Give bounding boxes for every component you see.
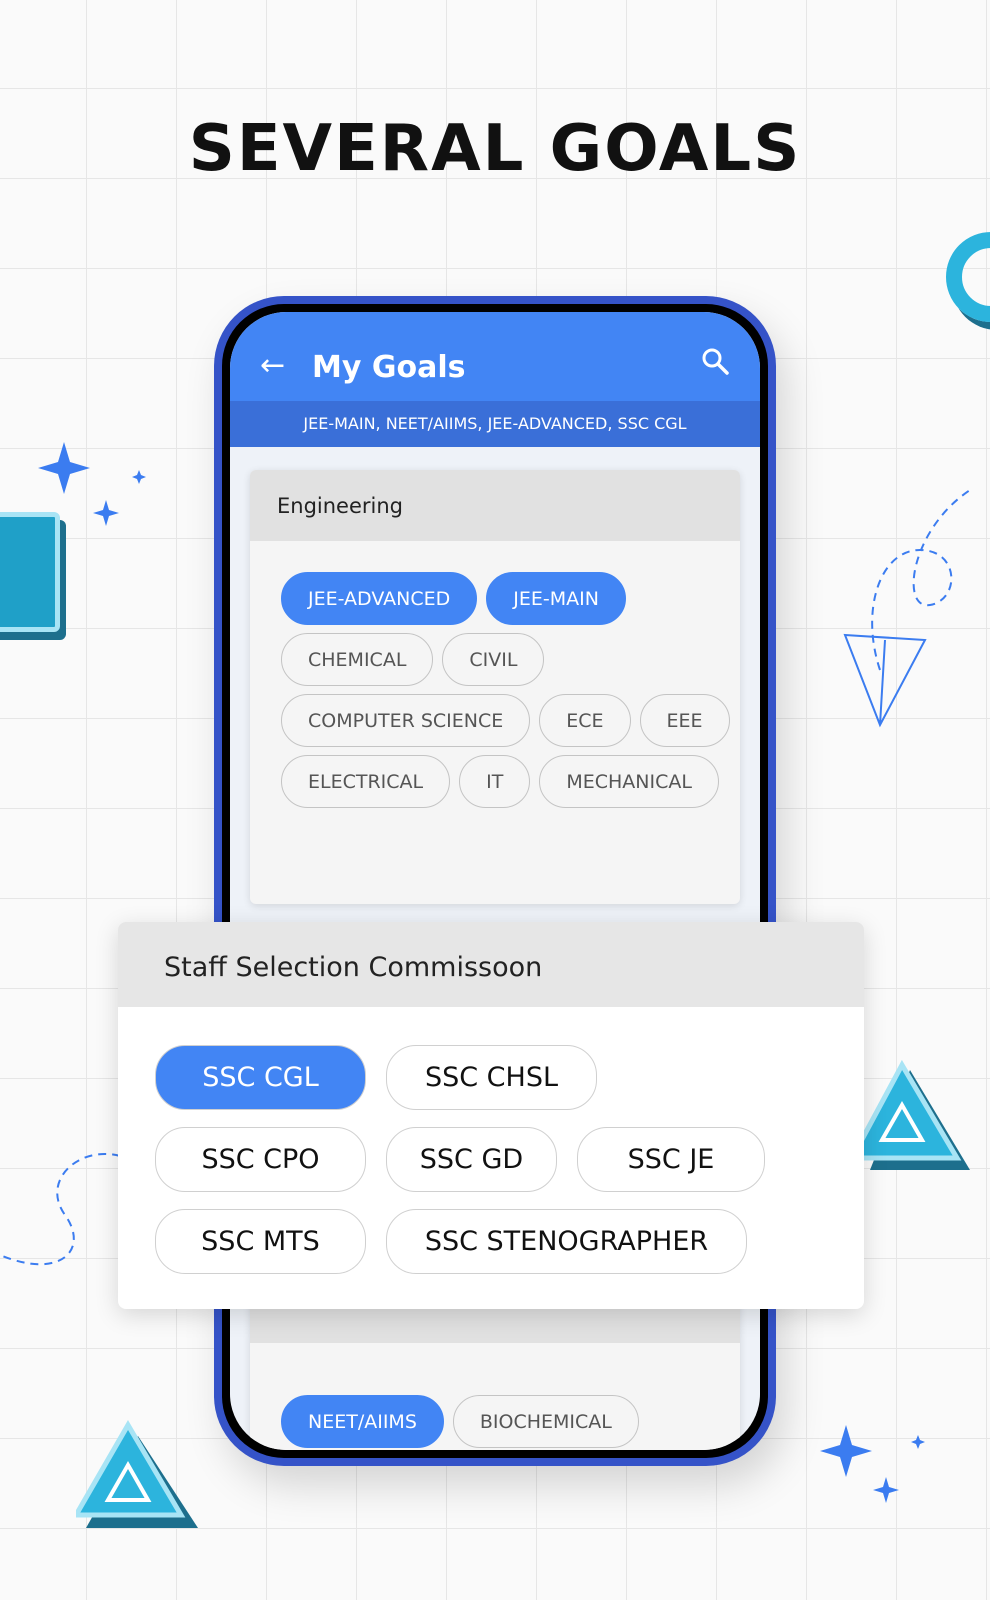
triangle-shape [76, 1420, 198, 1528]
goal-chip[interactable]: COMPUTER SCIENCE [281, 694, 531, 747]
goal-chip[interactable]: JEE-MAIN [486, 572, 626, 625]
page-title: My Goals [312, 350, 466, 385]
goal-chip[interactable]: JEE-ADVANCED [281, 572, 478, 625]
headline: SEVERAL GOALS [188, 112, 802, 186]
dashed-curve [0, 1153, 121, 1266]
goal-chip[interactable]: NEET/AIIMS [281, 1395, 444, 1448]
goal-chip[interactable]: SSC STENOGRAPHER [386, 1209, 747, 1274]
triangle-shape [862, 1060, 970, 1170]
goal-chip[interactable]: EEE [639, 694, 730, 747]
goal-chip[interactable]: CIVIL [442, 633, 545, 686]
app-bar: ← My Goals [230, 312, 760, 401]
goal-chip[interactable]: ECE [539, 694, 631, 747]
card-title: Staff Selection Commissoon [118, 922, 864, 1007]
goal-chip[interactable]: BIOCHEMICAL [452, 1395, 639, 1448]
selected-goals-bar: JEE-MAIN, NEET/AIIMS, JEE-ADVANCED, SSC … [230, 401, 760, 447]
ssc-card: Staff Selection Commissoon SSC CGL SSC CH… [118, 922, 864, 1309]
goal-chip[interactable]: SSC CHSL [386, 1045, 597, 1110]
goal-chip[interactable]: SSC MTS [155, 1209, 366, 1274]
ring-shape [946, 232, 990, 322]
sparkle-icon [820, 1425, 925, 1503]
goal-chip[interactable]: IT [459, 755, 531, 808]
goal-chip[interactable]: SSC JE [577, 1127, 765, 1192]
goal-chip[interactable]: SSC GD [386, 1127, 557, 1192]
card-title: Engineering [250, 470, 740, 541]
goal-chip[interactable]: CHEMICAL [281, 633, 434, 686]
goal-chip[interactable]: MECHANICAL [539, 755, 719, 808]
goal-chip[interactable]: SSC CPO [155, 1127, 366, 1192]
engineering-card: Engineering JEE-ADVANCED JEE-MAIN CHEMICAL… [250, 470, 740, 904]
goal-chip[interactable]: SSC CGL [155, 1045, 366, 1110]
square-shape [0, 512, 60, 632]
paper-plane-icon [843, 490, 971, 728]
arrow-left-icon[interactable]: ← [260, 348, 285, 383]
goal-chip[interactable]: ELECTRICAL [281, 755, 451, 808]
search-icon[interactable] [700, 346, 730, 376]
